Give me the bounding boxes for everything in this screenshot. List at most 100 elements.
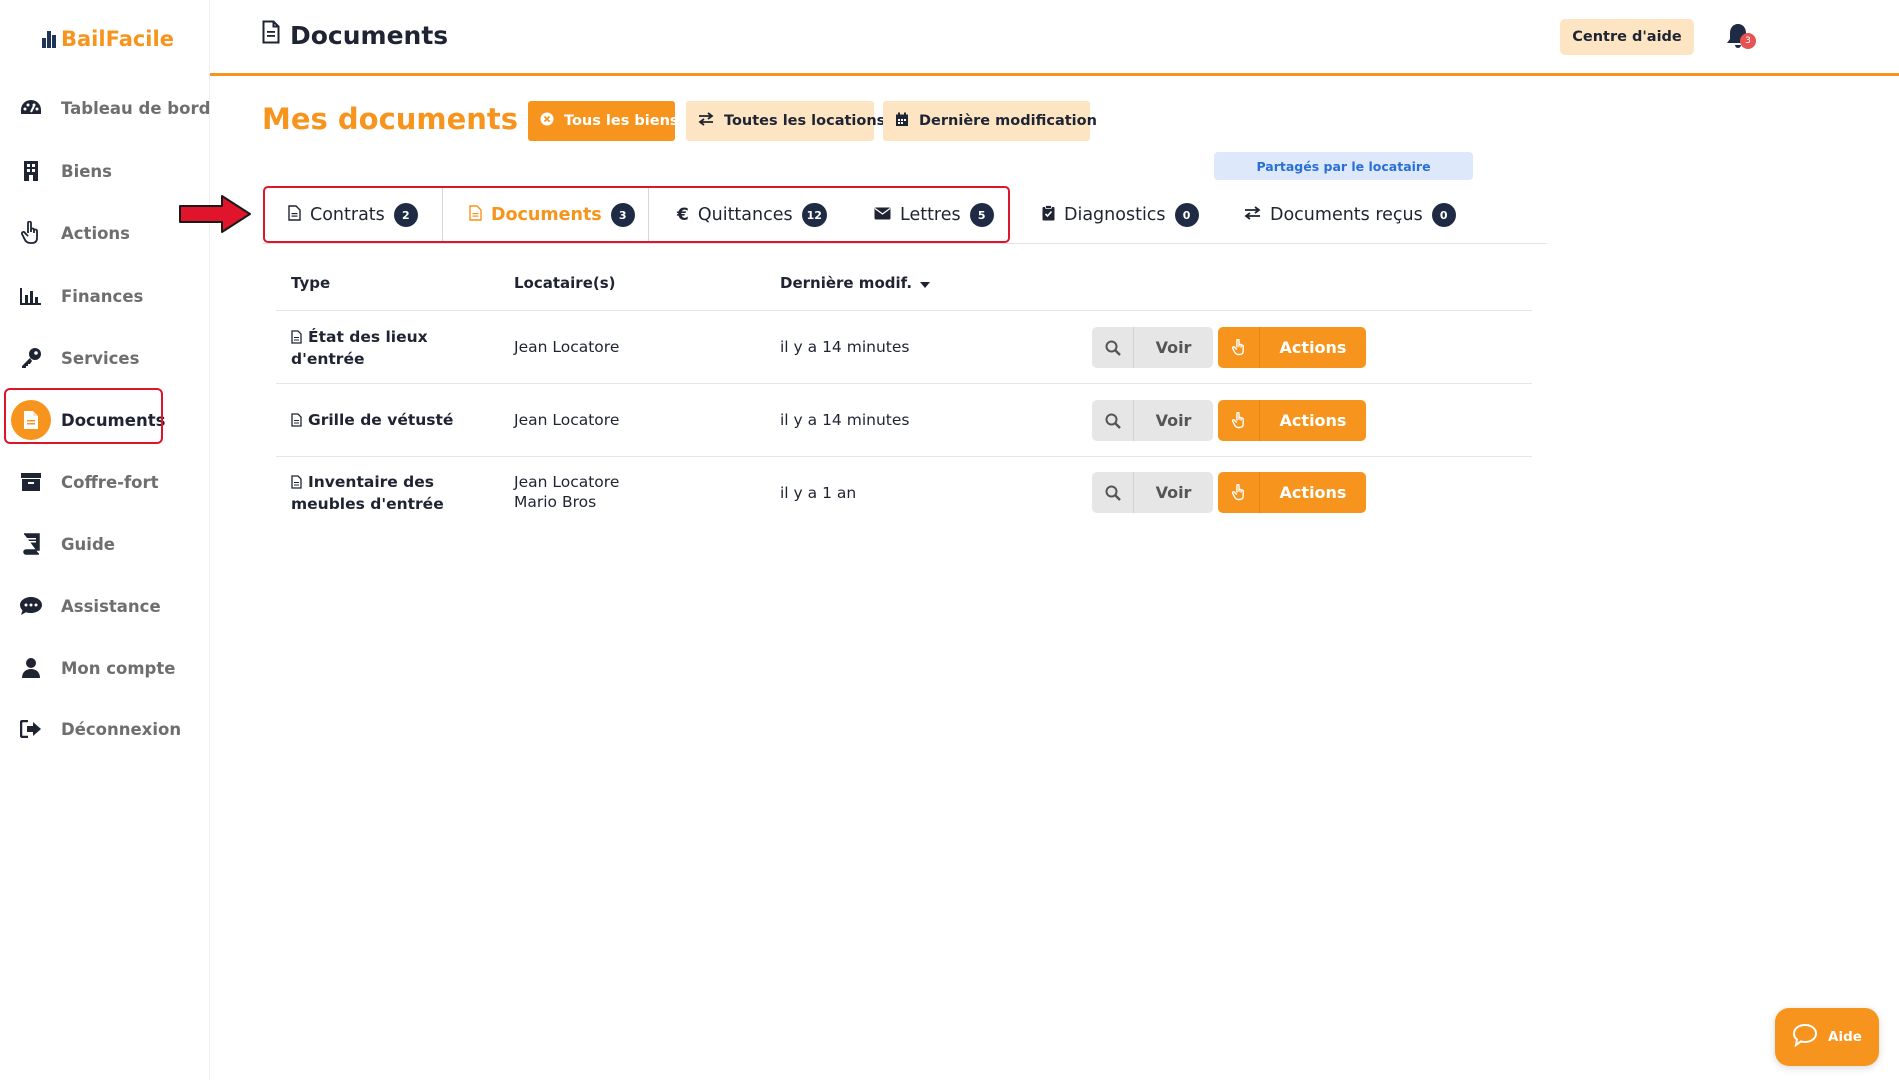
logo-text: BailFacile [61,27,174,51]
modified-date: il y a 14 minutes [780,338,910,356]
tenant-name: Mario Bros [514,493,597,511]
sign-out-icon [18,716,44,742]
actions-button[interactable]: Actions [1218,327,1366,368]
top-header: Documents Centre d'aide 3 [210,0,1899,76]
sidebar-item-label: Mon compte [61,658,176,678]
close-circle-icon [540,112,554,130]
page-title-text: Documents [290,20,449,50]
view-button-label: Voir [1155,338,1192,357]
sidebar-item-label: Assistance [61,596,161,616]
column-header-type: Type [291,274,331,292]
tab-count-badge: 0 [1174,203,1199,227]
tenant-name: Jean Locatore [514,411,620,429]
actions-button-label: Actions [1279,411,1347,430]
sidebar-item-dashboard[interactable]: Tableau de bord [0,80,210,136]
row-divider [276,383,1532,384]
gauge-icon [18,95,44,121]
view-button[interactable]: Voir [1092,472,1213,513]
file-icon [291,474,302,494]
exchange-icon [698,112,714,130]
sidebar-item-label: Actions [61,223,130,243]
tab-received-documents[interactable]: Documents reçus 0 [1244,188,1456,242]
document-type[interactable]: Inventaire des meubles d'entrée [291,472,444,514]
book-icon [18,531,44,557]
calendar-icon [895,112,909,131]
sidebar-item-label: Services [61,348,140,368]
document-type[interactable]: État des lieux d'entrée [291,327,428,369]
hand-pointer-icon [1218,327,1260,368]
tenant-names: Jean Locatore Mario Bros [514,472,619,512]
tab-diagnostics[interactable]: Diagnostics 0 [1042,188,1199,242]
filter-all-rentals-button[interactable]: Toutes les locations [686,101,885,141]
sort-caret-down-icon [920,274,931,292]
notifications-count-badge: 3 [1740,33,1756,49]
sidebar-item-account[interactable]: Mon compte [0,640,210,696]
sidebar: BailFacile Tableau de bord Biens Actions… [0,0,210,1080]
sidebar-item-services[interactable]: Services [0,330,210,386]
view-button-label: Voir [1155,483,1192,502]
help-center-button[interactable]: Centre d'aide [1560,19,1694,55]
sidebar-item-label: Biens [61,161,112,181]
hand-pointer-icon [1218,472,1260,513]
user-icon [18,655,44,681]
section-heading: Mes documents [262,102,519,136]
hand-pointer-icon [18,220,44,246]
sidebar-item-properties[interactable]: Biens [0,143,210,199]
sidebar-item-guide[interactable]: Guide [0,516,210,572]
sidebar-item-label: Finances [61,286,144,306]
help-chat-button[interactable]: Aide [1775,1008,1879,1066]
chat-icon [18,593,44,619]
column-header-label: Dernière modif. [780,274,913,292]
file-icon [262,20,280,50]
building-logo-icon [42,30,57,48]
help-chat-label: Aide [1828,1029,1862,1045]
actions-button[interactable]: Actions [1218,400,1366,441]
annotation-arrow-icon [179,195,251,233]
clipboard-check-icon [1042,204,1055,226]
file-icon [291,412,302,432]
actions-button[interactable]: Actions [1218,472,1366,513]
filter-last-modified-button[interactable]: Dernière modification [883,101,1097,141]
view-button[interactable]: Voir [1092,327,1213,368]
modified-date: il y a 14 minutes [780,411,910,429]
search-icon [1092,400,1134,441]
filter-label: Dernière modification [919,113,1097,129]
view-button-label: Voir [1155,411,1192,430]
shared-by-tenant-label: Partagés par le locataire [1214,152,1473,180]
search-icon [1092,472,1134,513]
search-icon [1092,327,1134,368]
document-type[interactable]: Grille de vétusté [291,410,453,432]
annotation-highlight-documents-nav [4,388,163,444]
sidebar-item-label: Déconnexion [61,719,182,739]
sidebar-item-assistance[interactable]: Assistance [0,578,210,634]
row-divider [276,456,1532,457]
tab-label: Diagnostics [1064,205,1166,225]
view-button[interactable]: Voir [1092,400,1213,441]
exchange-icon [1244,205,1261,225]
actions-button-label: Actions [1279,483,1347,502]
column-header-tenants: Locataire(s) [514,274,616,292]
archive-icon [18,469,44,495]
building-icon [18,158,44,184]
modified-date: il y a 1 an [780,484,857,502]
sidebar-item-logout[interactable]: Déconnexion [0,701,210,757]
column-header-modified[interactable]: Dernière modif. [780,274,931,292]
key-icon [18,345,44,371]
app-logo[interactable]: BailFacile [42,27,174,51]
sidebar-item-label: Coffre-fort [61,472,159,492]
filter-all-properties-button[interactable]: Tous les biens [528,101,679,141]
tab-label: Documents reçus [1270,205,1423,225]
annotation-highlight-tabs [263,186,1010,243]
sidebar-item-label: Guide [61,534,115,554]
sidebar-item-safe[interactable]: Coffre-fort [0,454,210,510]
page-title: Documents [262,20,448,50]
bar-chart-icon [18,283,44,309]
sidebar-item-finances[interactable]: Finances [0,268,210,324]
hand-pointer-icon [1218,400,1260,441]
filter-label: Toutes les locations [724,113,886,129]
tenant-name: Jean Locatore [514,473,620,491]
file-icon [291,329,302,349]
filter-label: Tous les biens [564,113,679,129]
chat-bubble-icon [1792,1023,1818,1051]
actions-button-label: Actions [1279,338,1347,357]
